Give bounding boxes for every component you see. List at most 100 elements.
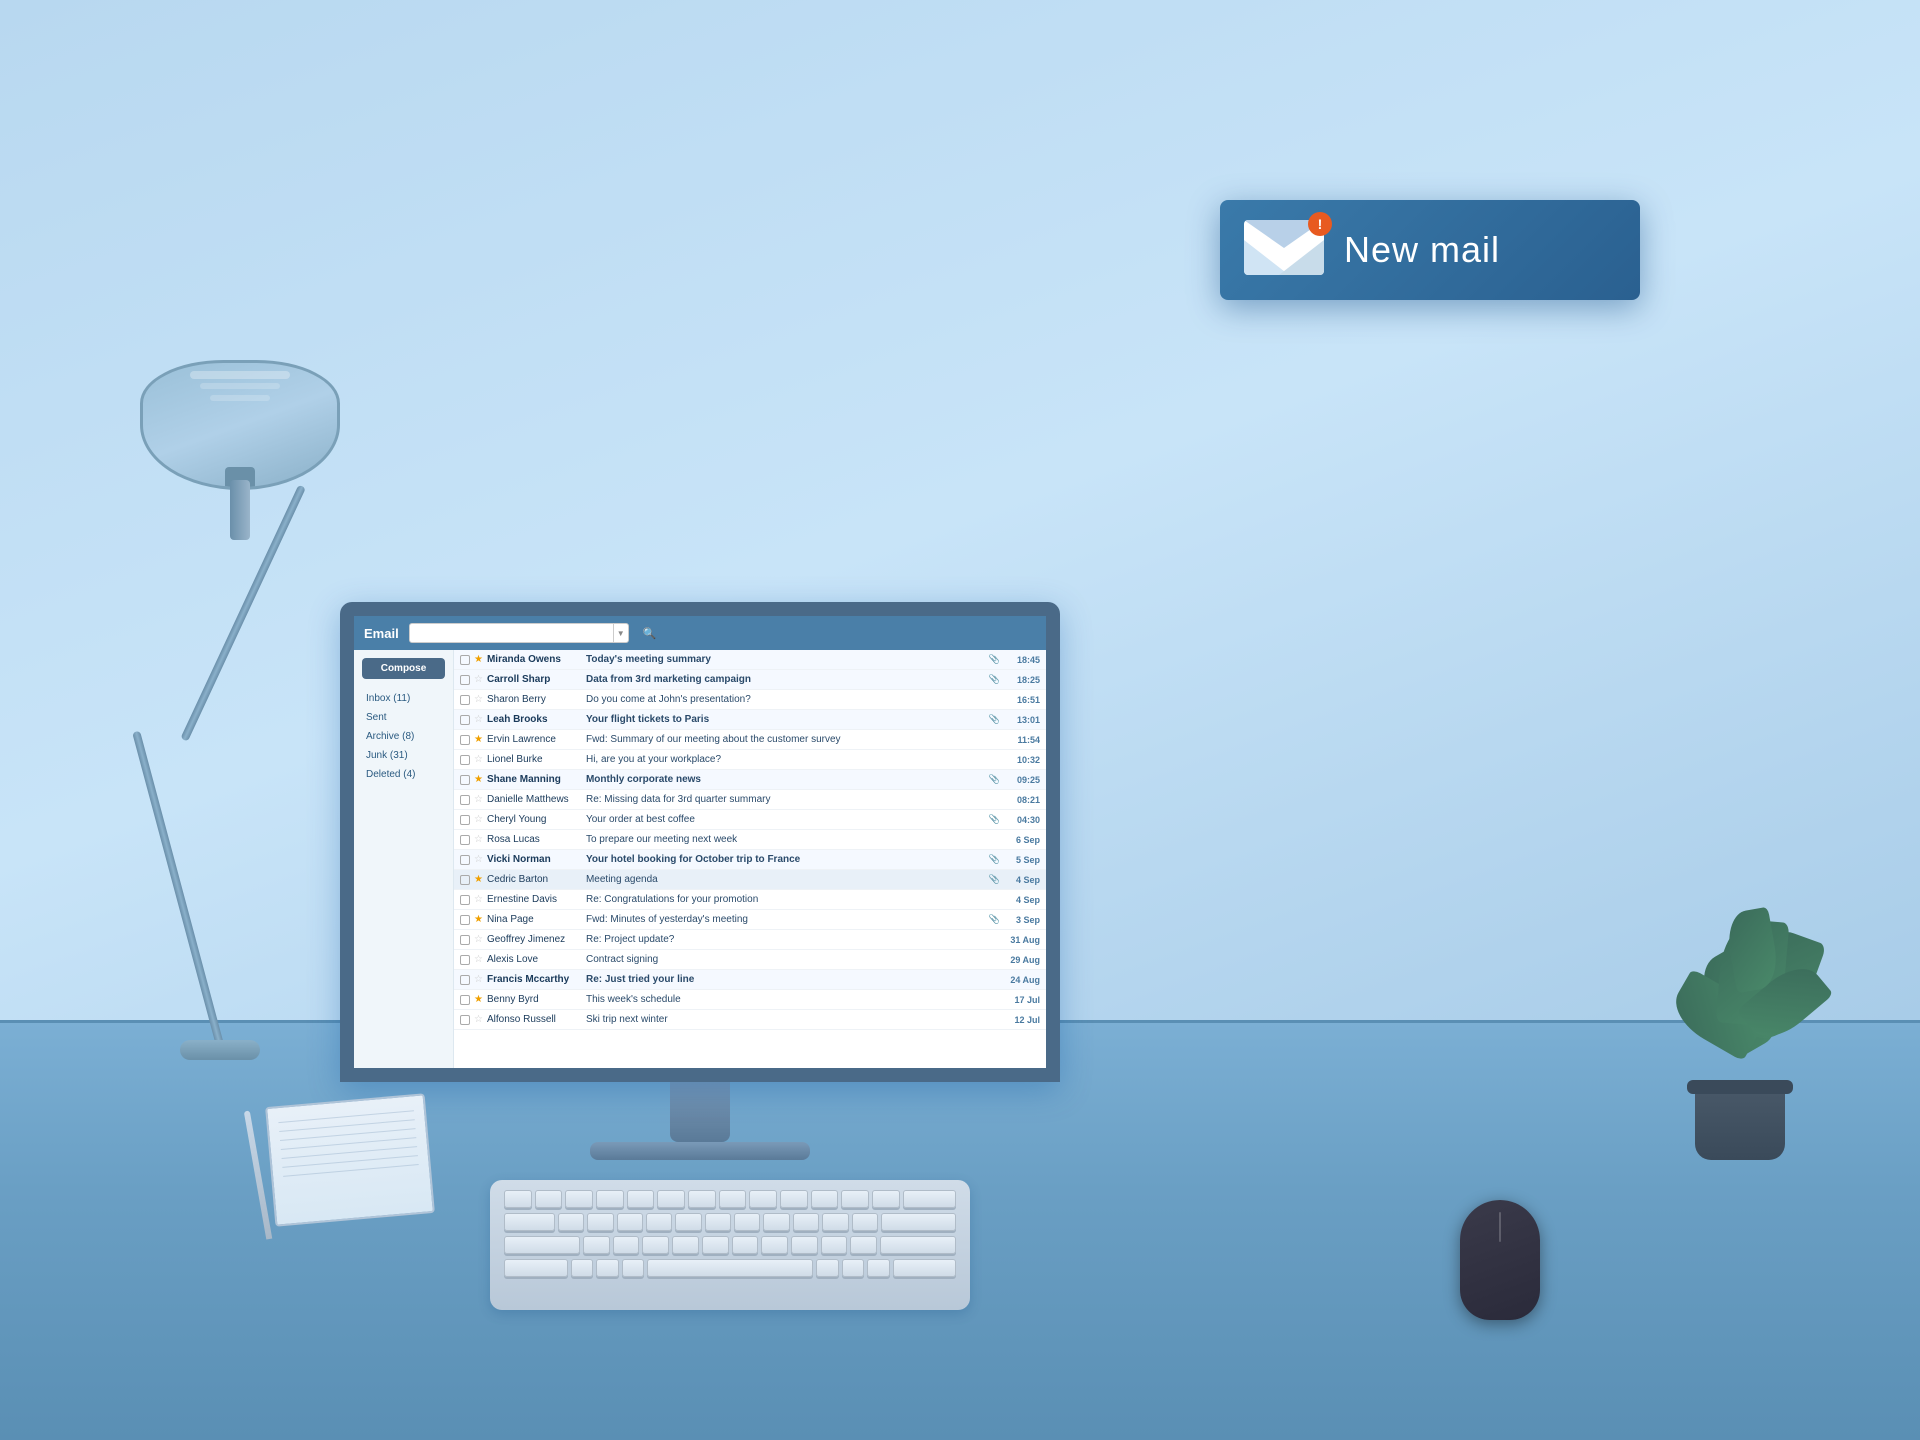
sidebar-item-junk[interactable]: Junk (31)	[362, 748, 445, 763]
email-sender: Cheryl Young	[487, 814, 582, 825]
email-sender: Francis Mccarthy	[487, 974, 582, 985]
email-checkbox[interactable]	[460, 675, 470, 685]
star-icon[interactable]: ★	[474, 874, 483, 885]
email-checkbox[interactable]	[460, 895, 470, 905]
email-row[interactable]: ☆ Danielle Matthews Re: Missing data for…	[454, 790, 1046, 810]
email-checkbox[interactable]	[460, 995, 470, 1005]
email-row[interactable]: ★ Shane Manning Monthly corporate news 📎…	[454, 770, 1046, 790]
email-checkbox[interactable]	[460, 695, 470, 705]
email-checkbox[interactable]	[460, 755, 470, 765]
star-icon[interactable]: ☆	[474, 694, 483, 705]
email-row[interactable]: ★ Ervin Lawrence Fwd: Summary of our mee…	[454, 730, 1046, 750]
email-header: Email ▼ 🔍	[354, 616, 1046, 650]
star-icon[interactable]: ★	[474, 914, 483, 925]
email-time: 13:01	[1004, 715, 1040, 725]
notebook	[265, 1093, 435, 1226]
star-icon[interactable]: ★	[474, 734, 483, 745]
key	[705, 1213, 731, 1231]
star-icon[interactable]: ☆	[474, 794, 483, 805]
star-icon[interactable]: ☆	[474, 974, 483, 985]
email-time: 10:32	[1004, 755, 1040, 765]
search-input[interactable]	[410, 628, 613, 639]
email-subject: Re: Congratulations for your promotion	[586, 894, 982, 905]
lamp-head	[140, 360, 340, 490]
email-checkbox[interactable]	[460, 955, 470, 965]
email-checkbox[interactable]	[460, 975, 470, 985]
attachment-icon: 📎	[989, 714, 1000, 725]
email-row[interactable]: ☆ Rosa Lucas To prepare our meeting next…	[454, 830, 1046, 850]
star-icon[interactable]: ☆	[474, 814, 483, 825]
email-row[interactable]: ☆ Leah Brooks Your flight tickets to Par…	[454, 710, 1046, 730]
email-row[interactable]: ★ Miranda Owens Today's meeting summary …	[454, 650, 1046, 670]
star-icon[interactable]: ☆	[474, 854, 483, 865]
sidebar-item-sent[interactable]: Sent	[362, 710, 445, 725]
email-row[interactable]: ☆ Alexis Love Contract signing 29 Aug	[454, 950, 1046, 970]
email-checkbox[interactable]	[460, 795, 470, 805]
compose-button[interactable]: Compose	[362, 658, 445, 679]
email-checkbox[interactable]	[460, 715, 470, 725]
app-title: Email	[364, 626, 399, 641]
email-subject: Contract signing	[586, 954, 982, 965]
email-row[interactable]: ★ Cedric Barton Meeting agenda 📎 4 Sep	[454, 870, 1046, 890]
sidebar-item-deleted[interactable]: Deleted (4)	[362, 767, 445, 782]
star-icon[interactable]: ☆	[474, 834, 483, 845]
email-row[interactable]: ☆ Alfonso Russell Ski trip next winter 1…	[454, 1010, 1046, 1030]
key	[587, 1213, 613, 1231]
email-subject: Fwd: Summary of our meeting about the cu…	[586, 734, 982, 745]
email-checkbox[interactable]	[460, 835, 470, 845]
email-checkbox[interactable]	[460, 875, 470, 885]
email-checkbox[interactable]	[460, 1015, 470, 1025]
key	[763, 1213, 789, 1231]
star-icon[interactable]: ☆	[474, 754, 483, 765]
keyboard	[490, 1180, 970, 1310]
email-subject: Meeting agenda	[586, 874, 985, 885]
email-time: 18:45	[1004, 655, 1040, 665]
email-row[interactable]: ☆ Sharon Berry Do you come at John's pre…	[454, 690, 1046, 710]
star-icon[interactable]: ☆	[474, 674, 483, 685]
sidebar-item-archive[interactable]: Archive (8)	[362, 729, 445, 744]
email-checkbox[interactable]	[460, 915, 470, 925]
key	[841, 1190, 869, 1208]
search-bar[interactable]: ▼	[409, 623, 629, 643]
new-mail-text: New mail	[1344, 229, 1500, 271]
star-icon[interactable]: ☆	[474, 894, 483, 905]
email-row[interactable]: ☆ Geoffrey Jimenez Re: Project update? 3…	[454, 930, 1046, 950]
attachment-icon: 📎	[989, 854, 1000, 865]
email-sender: Sharon Berry	[487, 694, 582, 705]
star-icon[interactable]: ☆	[474, 954, 483, 965]
email-sender: Alfonso Russell	[487, 1014, 582, 1025]
email-checkbox[interactable]	[460, 775, 470, 785]
new-mail-notification[interactable]: ! New mail	[1220, 200, 1640, 300]
search-button[interactable]: 🔍	[639, 622, 661, 644]
email-sender: Leah Brooks	[487, 714, 582, 725]
email-row[interactable]: ☆ Vicki Norman Your hotel booking for Oc…	[454, 850, 1046, 870]
email-sender: Alexis Love	[487, 954, 582, 965]
star-icon[interactable]: ★	[474, 994, 483, 1005]
key	[642, 1236, 669, 1254]
sidebar-item-inbox[interactable]: Inbox (11)	[362, 691, 445, 706]
email-row[interactable]: ☆ Ernestine Davis Re: Congratulations fo…	[454, 890, 1046, 910]
key	[617, 1213, 643, 1231]
email-checkbox[interactable]	[460, 935, 470, 945]
key	[761, 1236, 788, 1254]
key	[732, 1236, 759, 1254]
lamp-arm-lower	[132, 731, 228, 1061]
star-icon[interactable]: ★	[474, 774, 483, 785]
email-row[interactable]: ★ Nina Page Fwd: Minutes of yesterday's …	[454, 910, 1046, 930]
star-icon[interactable]: ☆	[474, 1014, 483, 1025]
email-checkbox[interactable]	[460, 735, 470, 745]
attachment-icon: 📎	[989, 774, 1000, 785]
email-row[interactable]: ☆ Cheryl Young Your order at best coffee…	[454, 810, 1046, 830]
email-row[interactable]: ☆ Francis Mccarthy Re: Just tried your l…	[454, 970, 1046, 990]
star-icon[interactable]: ★	[474, 654, 483, 665]
email-checkbox[interactable]	[460, 815, 470, 825]
email-row[interactable]: ★ Benny Byrd This week's schedule 17 Jul	[454, 990, 1046, 1010]
email-row[interactable]: ☆ Lionel Burke Hi, are you at your workp…	[454, 750, 1046, 770]
email-checkbox[interactable]	[460, 655, 470, 665]
email-row[interactable]: ☆ Carroll Sharp Data from 3rd marketing …	[454, 670, 1046, 690]
email-checkbox[interactable]	[460, 855, 470, 865]
star-icon[interactable]: ☆	[474, 714, 483, 725]
key	[881, 1213, 956, 1231]
star-icon[interactable]: ☆	[474, 934, 483, 945]
key	[811, 1190, 839, 1208]
